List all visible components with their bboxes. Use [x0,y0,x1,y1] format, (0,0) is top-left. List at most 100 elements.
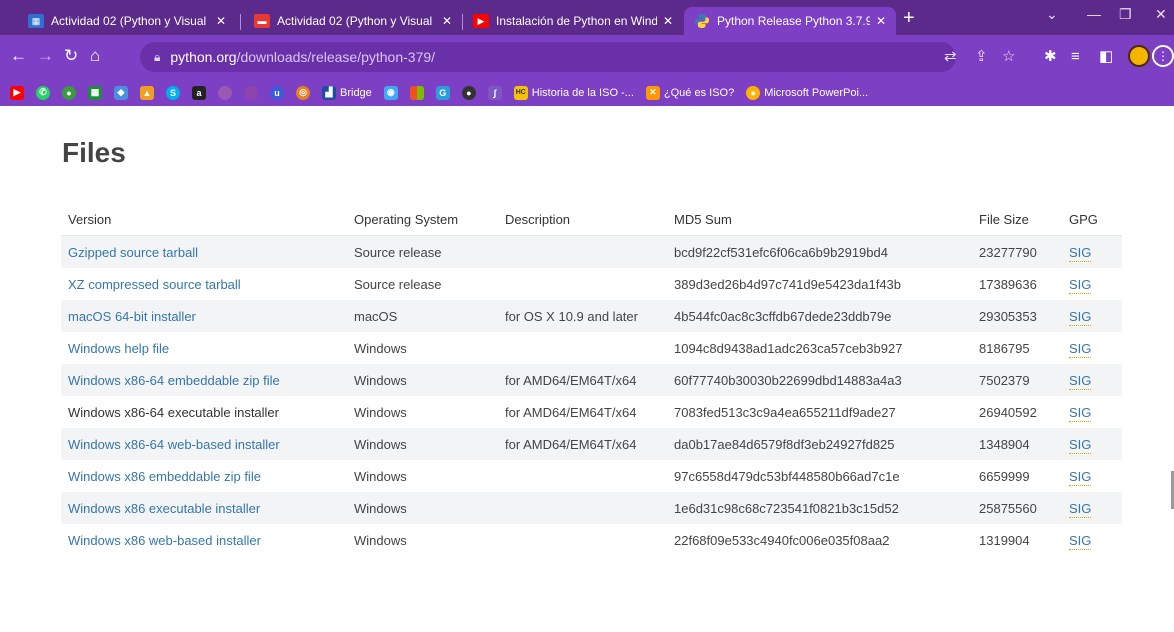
sig-link[interactable]: SIG [1069,276,1092,294]
table-body: Gzipped source tarball Source release bcd9… [61,235,1122,557]
browser-menu-icon[interactable]: ⋮ [1152,45,1174,67]
download-column: Windows x86-64 executable installer [61,396,347,428]
youtube-icon: ▶ [10,85,24,100]
bookmark-sheets[interactable]: ▦ [88,85,102,100]
size-cell: 1348904 [979,436,1030,452]
bookmark-globe[interactable]: ● [62,85,76,100]
bookmark-amazon[interactable]: a [192,85,206,100]
bookmark-microsoft[interactable] [409,85,424,100]
extensions-icon[interactable]: ✱ [1044,48,1057,65]
bookmark-whatsapp[interactable]: ✆ [36,85,50,100]
sig-link[interactable]: SIG [1069,468,1092,486]
restore-icon[interactable]: ❐ [1119,6,1132,23]
bookmark-eye[interactable]: ◉ [383,85,398,100]
document-icon: ▬ [254,14,270,28]
bookmark-star-icon[interactable]: ☆ [1002,48,1015,65]
bookmark-feather[interactable]: ∫ [487,85,502,100]
download-column: Windows x86-64 web-based installer [61,428,347,460]
os-cell: Windows [354,404,407,420]
download-link[interactable]: Gzipped source tarball [68,245,198,260]
sig-link[interactable]: SIG [1069,340,1092,358]
minimize-icon[interactable]: — [1087,6,1101,22]
back-icon[interactable]: ← [10,46,27,66]
github-icon: ● [461,85,476,100]
download-link[interactable]: Windows x86 web-based installer [68,533,261,548]
sig-link[interactable]: SIG [1069,404,1092,422]
column-header-version: Version [61,203,347,236]
close-icon[interactable]: ✕ [663,14,673,28]
download-link[interactable]: macOS 64-bit installer [68,309,196,324]
bookmark-que-es-iso[interactable]: ✕ ¿Qué es ISO? [645,85,734,100]
sig-column: SIG [1062,268,1122,300]
sig-link[interactable]: SIG [1069,372,1092,390]
sheet-icon: ▦ [28,14,44,28]
translate-icon[interactable]: ⇄ [944,48,957,65]
tab-title: Actividad 02 (Python y Visual Stu [277,14,436,28]
reload-icon[interactable]: ↻ [64,46,78,66]
bookmark-target[interactable]: ◎ [296,85,310,100]
download-link[interactable]: Windows x86-64 executable installer [68,405,279,420]
size-cell: 23277790 [979,244,1037,260]
download-link[interactable]: Windows x86 executable installer [68,501,260,516]
close-icon[interactable]: ✕ [216,14,226,28]
download-link[interactable]: Windows x86 embeddable zip file [68,469,261,484]
bookmark-github[interactable]: ● [461,85,476,100]
sig-link[interactable]: SIG [1069,532,1092,550]
description-cell: for AMD64/EM64T/x64 [505,436,637,452]
download-column: macOS 64-bit installer [61,300,347,332]
tab-youtube[interactable]: ▶ Instalación de Python en Windov ✕ [463,7,683,35]
sig-link[interactable]: SIG [1069,436,1092,454]
bookmark-diamond[interactable]: ◆ [114,85,128,100]
address-bar[interactable]: 🔒︎ python.org/downloads/release/python-3… [140,42,956,72]
side-panel-icon[interactable]: ◧ [1099,48,1113,65]
bookmark-skype[interactable]: S [166,85,180,100]
size-cell: 1319904 [979,532,1030,548]
reading-list-icon[interactable]: ≡ [1071,48,1080,65]
bookmark-bridge[interactable]: ▟ Bridge [322,85,372,100]
tab-actividad-sheet[interactable]: ▦ Actividad 02 (Python y Visual Stu ✕ [18,7,236,35]
bookmark-historia-iso[interactable]: HC Historia de la ISO -... [513,85,634,100]
tab-actividad-doc[interactable]: ▬ Actividad 02 (Python y Visual Stu ✕ [244,7,462,35]
bookmark-u[interactable]: u [270,85,284,100]
sig-column: SIG [1062,300,1122,332]
bookmark-youtube[interactable]: ▶ [10,85,24,100]
md5-cell: 60f77740b30030b22699dbd14883a4a3 [674,372,902,388]
lock-icon[interactable]: 🔒︎ [154,50,160,65]
sig-link[interactable]: SIG [1069,308,1092,326]
column-header-gpg: GPG [1062,203,1122,236]
description-cell-column [498,492,667,524]
table-row: Windows x86-64 executable installer Windo… [61,396,1122,428]
download-link[interactable]: XZ compressed source tarball [68,277,241,292]
profile-avatar[interactable] [1128,45,1150,67]
table-row: Windows help file Windows 1094c8d9438ad1ad… [61,332,1122,364]
window-close-icon[interactable]: ✕ [1155,6,1167,23]
download-link[interactable]: Windows x86-64 embeddable zip file [68,373,280,388]
sig-column: SIG [1062,428,1122,460]
browser-toolbar: ← → ↻ ⌂ 🔒︎ python.org/downloads/release/… [0,35,1174,79]
home-icon[interactable]: ⌂ [90,46,100,66]
close-icon[interactable]: ✕ [876,14,886,28]
forward-icon[interactable]: → [37,46,54,66]
download-link[interactable]: Windows x86-64 web-based installer [68,437,280,452]
tab-python-release[interactable]: Python Release Python 3.7.9 | Pyt ✕ [684,7,896,35]
download-column: Windows x86-64 embeddable zip file [61,364,347,396]
bookmark-circle-b[interactable] [244,85,258,100]
close-icon[interactable]: ✕ [442,14,452,28]
os-cell: Source release [354,244,442,260]
url-text[interactable]: python.org/downloads/release/python-379/ [170,49,435,65]
bookmark-image[interactable]: ▲ [140,85,154,100]
new-tab-button[interactable]: + [903,8,915,28]
download-link[interactable]: Windows help file [68,341,169,356]
tab-search-icon[interactable]: ⌄ [1046,6,1058,23]
bookmark-circle-a[interactable] [218,85,232,100]
sig-link[interactable]: SIG [1069,500,1092,518]
bookmark-powerpoint[interactable]: ● Microsoft PowerPoi... [746,85,868,100]
table-row: Windows x86 executable installer Windows 1… [61,492,1122,524]
os-cell: Windows [354,340,407,356]
md5-cell-column: 22f68f09e533c4940fc006e035f08aa2 [667,524,972,556]
share-icon[interactable]: ⇪ [975,48,988,65]
sig-link[interactable]: SIG [1069,244,1092,262]
os-cell-column: Source release [347,235,498,268]
bookmark-code[interactable]: G [435,85,450,100]
os-cell: Windows [354,372,407,388]
